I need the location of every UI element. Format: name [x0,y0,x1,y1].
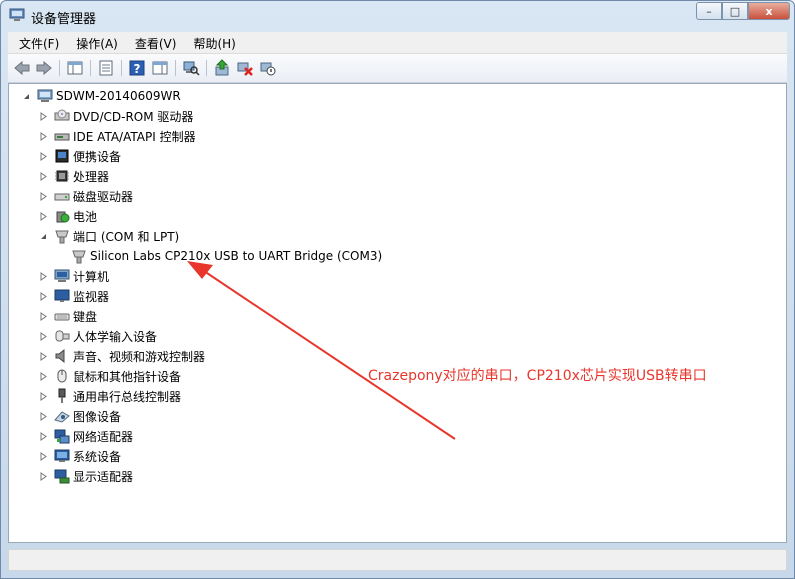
annotation-arrow [187,261,456,440]
device-manager-window: 设备管理器 – □ x 文件(F) 操作(A) 查看(V) 帮助(H) ? SD… [0,0,795,579]
annotation-text: Crazepony对应的串口，CP210x芯片实现USB转串口 [368,368,707,384]
